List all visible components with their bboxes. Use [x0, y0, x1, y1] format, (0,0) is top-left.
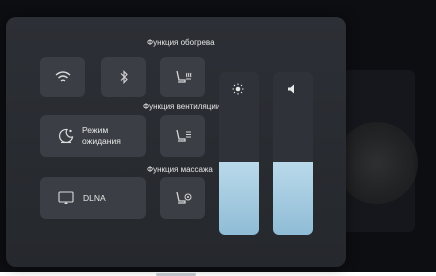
- wifi-toggle[interactable]: [40, 57, 85, 97]
- seat-vent-icon: [175, 129, 191, 142]
- moon-icon: [59, 128, 74, 144]
- volume-slider-fill: [273, 161, 313, 235]
- sun-icon: [232, 83, 244, 95]
- wifi-icon: [55, 71, 70, 82]
- seat-massage-button[interactable]: [160, 177, 205, 219]
- standby-mode-button[interactable]: Режим ожидания: [40, 115, 146, 157]
- album-art-disc: [336, 122, 418, 204]
- cast-screen-icon: [58, 191, 74, 204]
- brightness-slider[interactable]: [219, 72, 259, 235]
- volume-slider[interactable]: [273, 72, 313, 235]
- heating-label: Функция обогрева: [147, 38, 215, 47]
- standby-mode-label: Режим ожидания: [82, 125, 121, 146]
- speaker-icon: [288, 84, 294, 94]
- massage-label: Функция массажа: [147, 165, 213, 174]
- screen: Функция обогрева Функция вентиляции Функ…: [0, 0, 436, 276]
- ventilation-label: Функция вентиляции: [143, 102, 221, 111]
- dlna-button[interactable]: DLNA: [40, 177, 146, 219]
- bluetooth-toggle[interactable]: [101, 57, 146, 97]
- seat-heat-icon: [175, 70, 191, 83]
- seat-massage-icon: [175, 191, 191, 204]
- control-center-panel: Функция обогрева Функция вентиляции Функ…: [6, 17, 346, 276]
- dlna-label: DLNA: [83, 192, 106, 203]
- seat-heating-button[interactable]: [160, 57, 205, 97]
- bluetooth-icon: [120, 70, 128, 84]
- brightness-slider-fill: [219, 161, 259, 235]
- seat-ventilation-button[interactable]: [160, 115, 205, 157]
